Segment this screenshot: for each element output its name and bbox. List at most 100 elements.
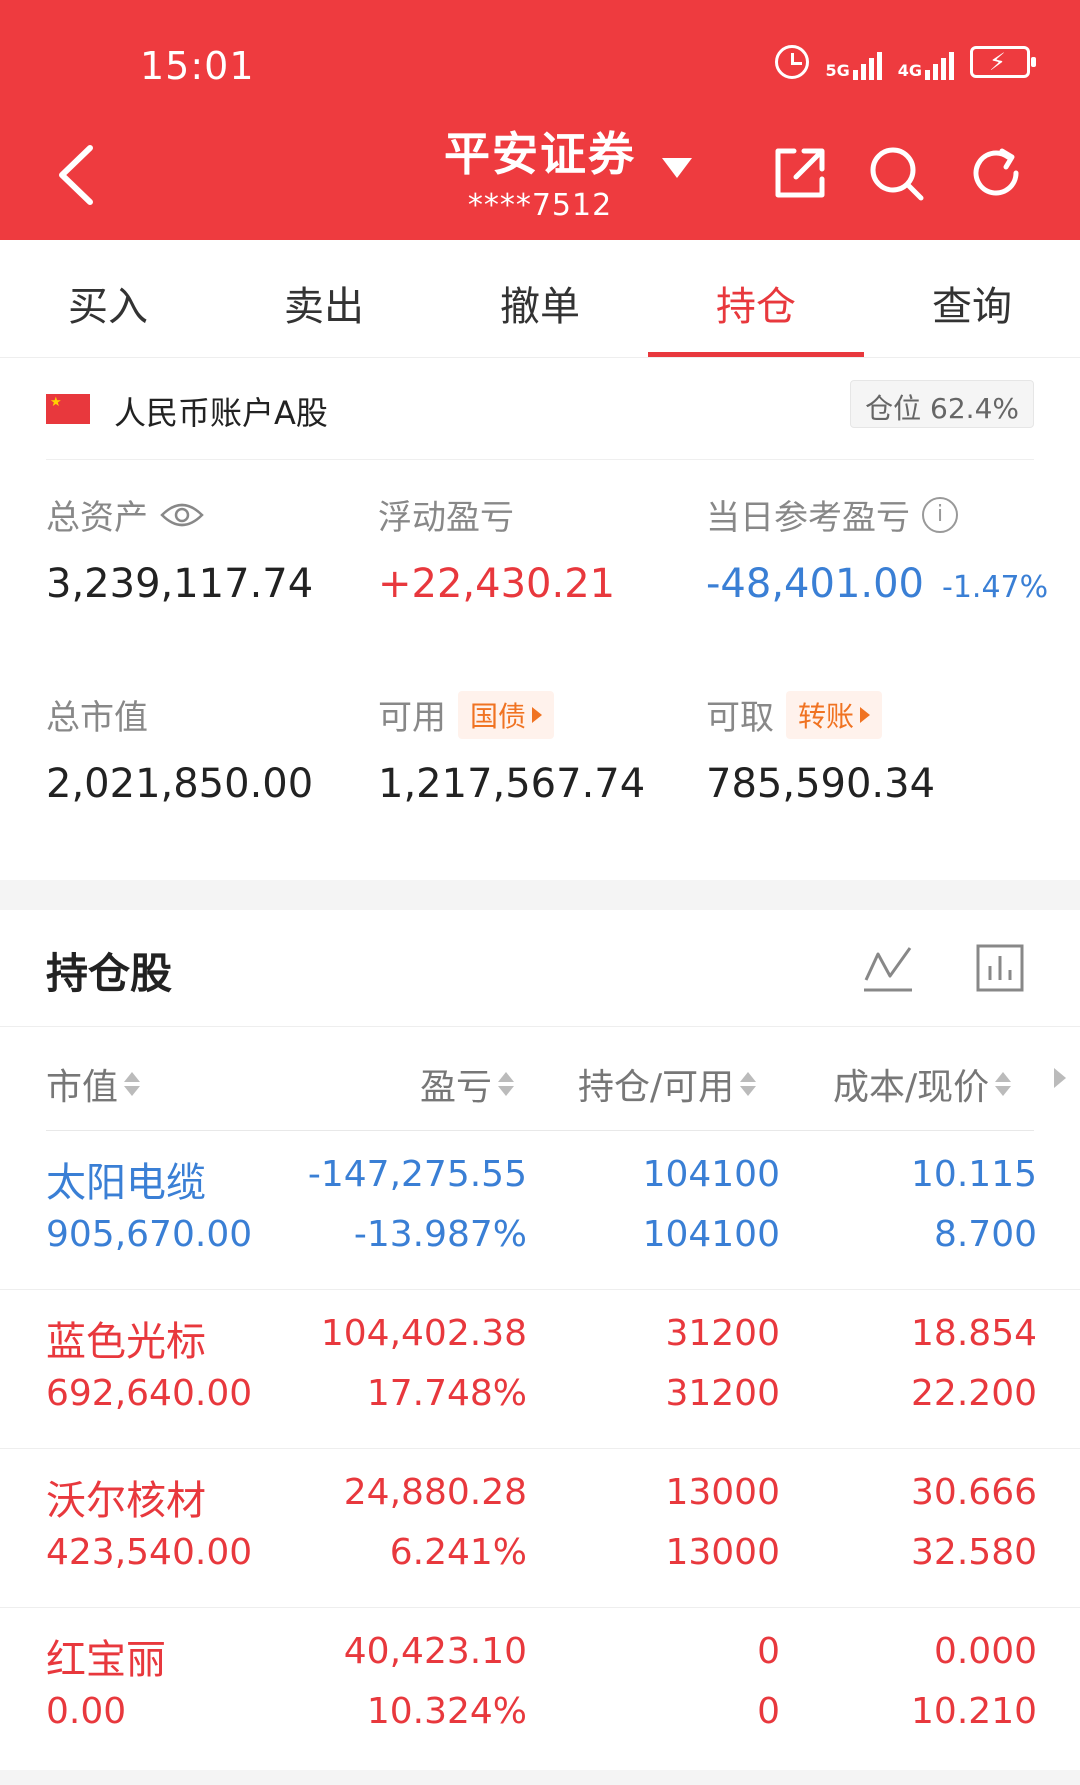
stock-name: 蓝色光标 [46,1319,206,1365]
today-pl-label: 当日参考盈亏 [706,498,910,538]
stock-position: 31200 [665,1313,780,1354]
info-icon[interactable]: i [922,496,958,533]
stock-position: 104100 [642,1154,780,1195]
col-position[interactable]: 持仓/可用 [578,1058,757,1110]
market-value-label: 总市值 [46,698,148,738]
china-flag-icon [46,394,90,424]
account-name: 人民币账户A股 [114,394,328,432]
dropdown-caret-icon[interactable] [662,158,692,178]
tab-buy[interactable]: 买入 [0,240,216,357]
stock-pl-pct: 6.241% [389,1532,527,1573]
status-bar-icons: 5G 4G ⚡ [775,44,1036,80]
position-ratio-label: 仓位 [865,392,922,425]
stock-pl-pct: 17.748% [366,1373,527,1414]
today-pl: 当日参考盈亏 i -48,401.00 -1.47% [706,490,1048,607]
stock-price: 32.580 [911,1532,1037,1573]
stock-position: 0 [757,1631,780,1672]
stock-cost: 10.115 [911,1154,1037,1195]
line-chart-icon[interactable] [862,942,914,994]
net-label-5g: 5G [825,61,850,80]
tab-positions[interactable]: 持仓 [648,240,864,357]
battery-charging-icon: ⚡ [970,46,1036,78]
search-icon[interactable] [866,143,926,203]
eye-icon[interactable] [160,501,204,529]
app-header: 15:01 5G 4G ⚡ 平安证券 ****7512 [0,0,1080,240]
total-assets-label: 总资产 [46,498,148,538]
transfer-label: 转账 [798,699,855,733]
stock-name: 红宝丽 [46,1637,166,1683]
sort-icon [498,1072,515,1096]
trade-tabs: 买入 卖出 撤单 持仓 查询 [0,240,1080,358]
stock-name: 沃尔核材 [46,1478,206,1524]
available-funds: 可用 国债 1,217,567.74 [378,690,645,807]
stock-pl-pct: 10.324% [366,1691,527,1732]
holdings-divider [0,1026,1080,1027]
stock-pl-pct: -13.987% [353,1214,527,1255]
broker-title-switcher[interactable]: 平安证券 ****7512 [380,118,700,223]
stock-cost: 18.854 [911,1313,1037,1354]
col-cost-label: 成本/现价 [833,1067,990,1108]
stock-pl: 40,423.10 [343,1631,527,1672]
refresh-icon[interactable] [966,143,1026,203]
stock-available: 31200 [665,1373,780,1414]
tab-cancel[interactable]: 撤单 [432,240,648,357]
share-icon[interactable] [770,143,830,203]
account-row: 人民币账户A股 仓位 62.4% [46,380,1034,460]
transfer-button[interactable]: 转账 [786,690,883,739]
header-divider [46,1130,1034,1131]
table-row[interactable]: 沃尔核材 423,540.00 24,880.28 6.241% 13000 1… [0,1450,1080,1608]
section-separator [0,880,1080,910]
col-market-value[interactable]: 市值 [46,1058,141,1110]
floating-pl-label: 浮动盈亏 [378,498,514,538]
table-row[interactable]: 蓝色光标 692,640.00 104,402.38 17.748% 31200… [0,1291,1080,1449]
col-position-label: 持仓/可用 [578,1067,735,1108]
table-row[interactable]: 红宝丽 0.00 40,423.10 10.324% 0 0 0.000 10.… [0,1609,1080,1767]
stock-cost: 0.000 [933,1631,1037,1672]
col-cost[interactable]: 成本/现价 [833,1058,1012,1110]
floating-pl-value: +22,430.21 [378,561,616,607]
alarm-icon [775,45,810,79]
triangle-right-icon [860,706,871,723]
treasury-bond-label: 国债 [470,699,527,733]
stock-available: 0 [757,1691,780,1732]
market-value: 总市值 2,021,850.00 [46,690,313,807]
back-arrow-icon[interactable] [50,140,110,210]
scroll-right-icon[interactable] [1054,1068,1066,1088]
table-row[interactable]: 太阳电缆 905,670.00 -147,275.55 -13.987% 104… [0,1132,1080,1290]
treasury-bond-button[interactable]: 国债 [458,690,555,739]
bottom-edge [0,1770,1080,1785]
bar-chart-icon[interactable] [974,942,1026,994]
stock-cost: 30.666 [911,1472,1037,1513]
stock-price: 8.700 [933,1214,1037,1255]
stock-available: 13000 [665,1532,780,1573]
floating-pl: 浮动盈亏 +22,430.21 [378,490,615,607]
total-assets-value: 3,239,117.74 [46,561,314,607]
triangle-right-icon [532,706,543,723]
position-ratio-value: 62.4% [930,392,1019,425]
stock-name: 太阳电缆 [46,1160,206,1206]
sort-icon [740,1072,757,1096]
tab-sell[interactable]: 卖出 [216,240,432,357]
total-assets: 总资产 3,239,117.74 [46,490,313,607]
stock-position: 13000 [665,1472,780,1513]
tab-query[interactable]: 查询 [864,240,1080,357]
stock-market-value: 905,670.00 [46,1214,253,1255]
sort-icon [124,1072,141,1096]
broker-title: 平安证券 [444,127,636,181]
stock-market-value: 692,640.00 [46,1373,253,1414]
withdrawable-label: 可取 [706,698,774,738]
status-time: 15:01 [140,44,255,88]
sort-icon [995,1072,1012,1096]
net-label-4g: 4G [897,61,922,80]
available-label: 可用 [378,698,446,738]
col-pl-label: 盈亏 [420,1067,493,1108]
stock-available: 104100 [642,1214,780,1255]
market-value-value: 2,021,850.00 [46,761,314,807]
holdings-title: 持仓股 [46,949,173,998]
stock-price: 10.210 [911,1691,1037,1732]
stock-price: 22.200 [911,1373,1037,1414]
stock-pl: -147,275.55 [307,1154,527,1195]
stock-market-value: 423,540.00 [46,1532,253,1573]
col-market-value-label: 市值 [46,1067,119,1108]
col-pl[interactable]: 盈亏 [420,1058,515,1110]
